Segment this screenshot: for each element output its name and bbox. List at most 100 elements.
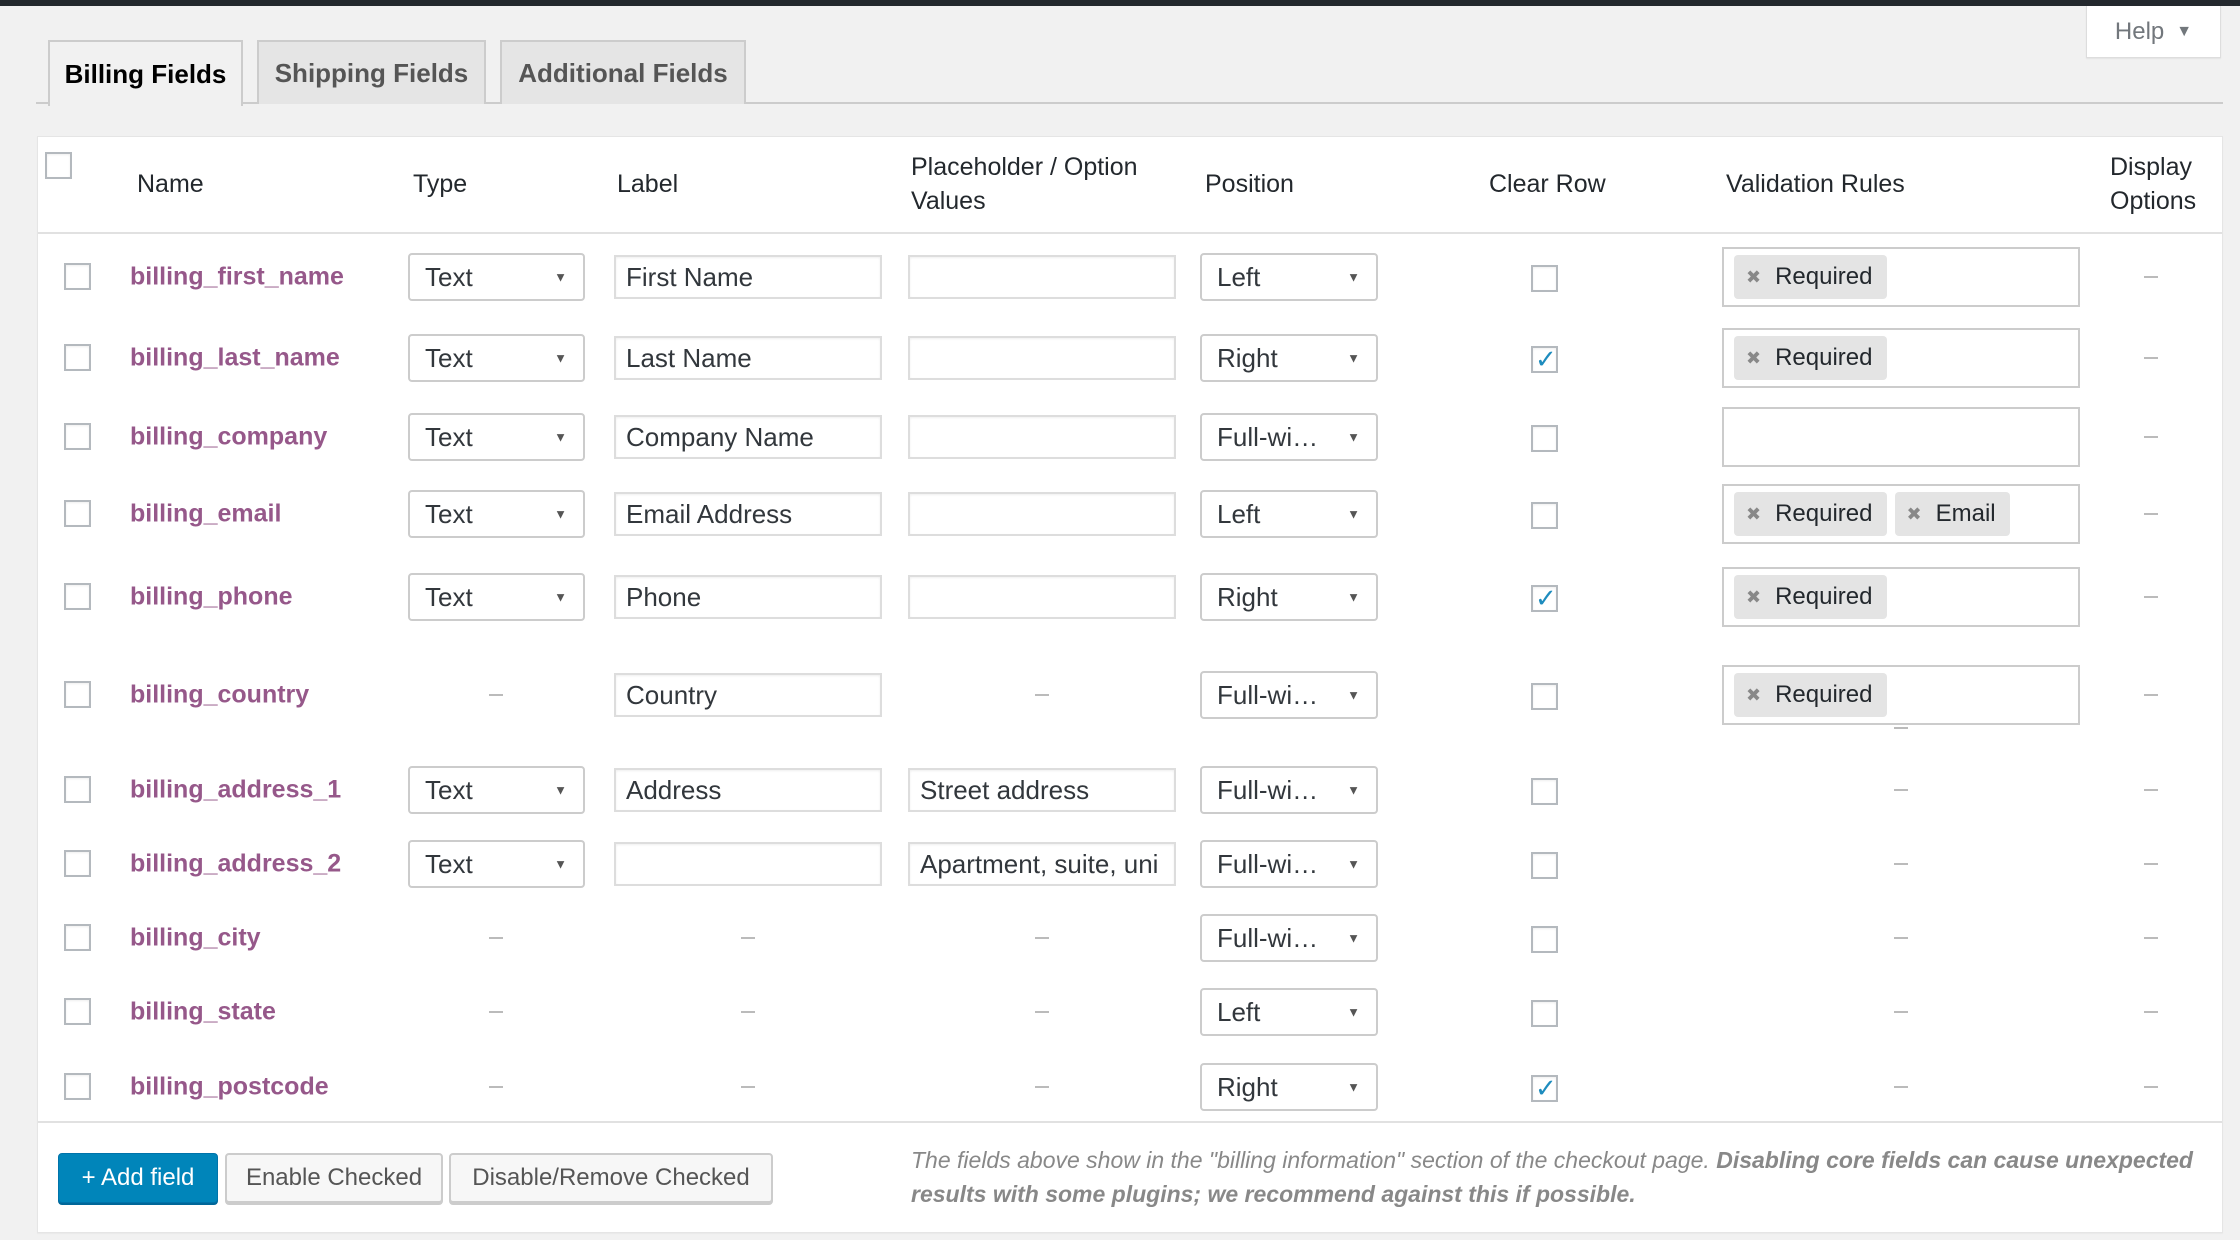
enable-checked-button[interactable]: Enable Checked — [225, 1153, 443, 1203]
dropdown-arrow-icon: ▼ — [554, 269, 567, 285]
placeholder-input[interactable] — [908, 575, 1176, 619]
label-input[interactable]: Last Name — [614, 336, 882, 380]
row-checkbox[interactable] — [64, 1073, 91, 1100]
remove-rule-icon[interactable]: ✖ — [1907, 504, 1922, 525]
label-input[interactable]: Address — [614, 768, 882, 812]
field-name-link[interactable]: billing_phone — [130, 583, 293, 612]
validation-rules-input[interactable] — [1722, 407, 2080, 467]
dropdown-arrow-icon: ▼ — [554, 782, 567, 798]
placeholder-input[interactable]: Apartment, suite, uni — [908, 842, 1176, 886]
display-options-dash — [2144, 357, 2158, 359]
type-select[interactable]: Text ▼ — [408, 573, 585, 621]
checkmark-icon: ✓ — [1535, 344, 1557, 374]
field-name-link[interactable]: billing_state — [130, 998, 276, 1027]
row-checkbox[interactable] — [64, 263, 91, 290]
remove-rule-icon[interactable]: ✖ — [1746, 348, 1761, 369]
position-select[interactable]: Full-wi… ▼ — [1200, 766, 1378, 814]
tab-billing-fields[interactable]: Billing Fields — [48, 40, 243, 106]
clear-row-checkbox[interactable]: ✓ — [1531, 583, 1558, 613]
field-name-link[interactable]: billing_city — [130, 924, 261, 953]
label-input[interactable]: Country — [614, 673, 882, 717]
type-select[interactable]: Text ▼ — [408, 766, 585, 814]
remove-rule-icon[interactable]: ✖ — [1746, 587, 1761, 608]
field-name-link[interactable]: billing_country — [130, 681, 309, 710]
tab-shipping-fields[interactable]: Shipping Fields — [257, 40, 486, 104]
footer-note-text: The fields above show in the "billing in… — [911, 1147, 1717, 1173]
validation-rules-input[interactable]: ✖ Required ✖ Email — [1722, 484, 2080, 544]
label-input[interactable]: First Name — [614, 255, 882, 299]
field-name-link[interactable]: billing_postcode — [130, 1073, 329, 1102]
row-checkbox[interactable] — [64, 924, 91, 951]
clear-row-checkbox[interactable] — [1531, 1000, 1558, 1027]
row-checkbox[interactable] — [64, 423, 91, 450]
label-input[interactable]: Company Name — [614, 415, 882, 459]
validation-rule-chip: ✖ Email — [1894, 492, 2010, 536]
add-field-button[interactable]: + Add field — [58, 1153, 218, 1203]
row-checkbox[interactable] — [64, 583, 91, 610]
field-name-link[interactable]: billing_address_1 — [130, 776, 341, 805]
position-select[interactable]: Left ▼ — [1200, 490, 1378, 538]
type-select-value: Text — [425, 421, 473, 452]
validation-rules-input[interactable]: ✖ Required — [1722, 567, 2080, 627]
type-select[interactable]: Text ▼ — [408, 840, 585, 888]
type-select[interactable]: Text ▼ — [408, 490, 585, 538]
position-select[interactable]: Right ▼ — [1200, 1063, 1378, 1111]
clear-row-checkbox[interactable] — [1531, 852, 1558, 879]
type-select[interactable]: Text ▼ — [408, 253, 585, 301]
position-select-value: Full-wi… — [1217, 922, 1319, 953]
header-position: Position — [1205, 170, 1294, 198]
placeholder-input[interactable] — [908, 492, 1176, 536]
dropdown-arrow-icon: ▼ — [1347, 506, 1360, 522]
position-select[interactable]: Full-wi… ▼ — [1200, 671, 1378, 719]
clear-row-checkbox[interactable] — [1531, 778, 1558, 805]
placeholder-input[interactable] — [908, 336, 1176, 380]
clear-row-checkbox[interactable]: ✓ — [1531, 1073, 1558, 1103]
position-select[interactable]: Full-wi… ▼ — [1200, 413, 1378, 461]
position-select[interactable]: Right ▼ — [1200, 334, 1378, 382]
placeholder-input[interactable] — [908, 255, 1176, 299]
label-input[interactable]: Phone — [614, 575, 882, 619]
row-checkbox[interactable] — [64, 500, 91, 527]
type-select[interactable]: Text ▼ — [408, 334, 585, 382]
field-name-link[interactable]: billing_first_name — [130, 263, 344, 292]
clear-row-checkbox[interactable] — [1531, 425, 1558, 452]
label-input[interactable]: Email Address — [614, 492, 882, 536]
position-select[interactable]: Left ▼ — [1200, 253, 1378, 301]
dropdown-arrow-icon: ▼ — [554, 429, 567, 445]
row-checkbox[interactable] — [64, 850, 91, 877]
field-name-link[interactable]: billing_company — [130, 423, 327, 452]
position-select[interactable]: Left ▼ — [1200, 988, 1378, 1036]
clear-row-checkbox[interactable] — [1531, 265, 1558, 292]
placeholder-input[interactable] — [908, 415, 1176, 459]
field-name-link[interactable]: billing_last_name — [130, 344, 340, 373]
dropdown-arrow-icon: ▼ — [1347, 350, 1360, 366]
field-name-link[interactable]: billing_email — [130, 500, 281, 529]
tab-additional-fields[interactable]: Additional Fields — [500, 40, 746, 104]
row-checkbox[interactable] — [64, 776, 91, 803]
clear-row-checkbox[interactable] — [1531, 502, 1558, 529]
remove-rule-icon[interactable]: ✖ — [1746, 504, 1761, 525]
type-select[interactable]: Text ▼ — [408, 413, 585, 461]
row-checkbox[interactable] — [64, 681, 91, 708]
position-select[interactable]: Full-wi… ▼ — [1200, 840, 1378, 888]
label-input[interactable] — [614, 842, 882, 886]
field-name-link[interactable]: billing_address_2 — [130, 850, 341, 879]
dropdown-arrow-icon: ▼ — [1347, 687, 1360, 703]
clear-row-checkbox[interactable] — [1531, 926, 1558, 953]
label-empty-dash — [741, 1086, 755, 1088]
remove-rule-icon[interactable]: ✖ — [1746, 267, 1761, 288]
clear-row-checkbox[interactable]: ✓ — [1531, 344, 1558, 374]
validation-rule-label: Required — [1775, 500, 1873, 527]
clear-row-checkbox[interactable] — [1531, 683, 1558, 710]
position-select[interactable]: Right ▼ — [1200, 573, 1378, 621]
validation-rules-input[interactable]: ✖ Required — [1722, 247, 2080, 307]
remove-rule-icon[interactable]: ✖ — [1746, 685, 1761, 706]
row-checkbox[interactable] — [64, 998, 91, 1025]
select-all-checkbox[interactable] — [45, 152, 72, 179]
position-select[interactable]: Full-wi… ▼ — [1200, 914, 1378, 962]
validation-rules-input[interactable]: ✖ Required — [1722, 665, 2080, 725]
row-checkbox[interactable] — [64, 344, 91, 371]
placeholder-input[interactable]: Street address — [908, 768, 1176, 812]
validation-rules-input[interactable]: ✖ Required — [1722, 328, 2080, 388]
disable-remove-checked-button[interactable]: Disable/Remove Checked — [449, 1153, 773, 1203]
